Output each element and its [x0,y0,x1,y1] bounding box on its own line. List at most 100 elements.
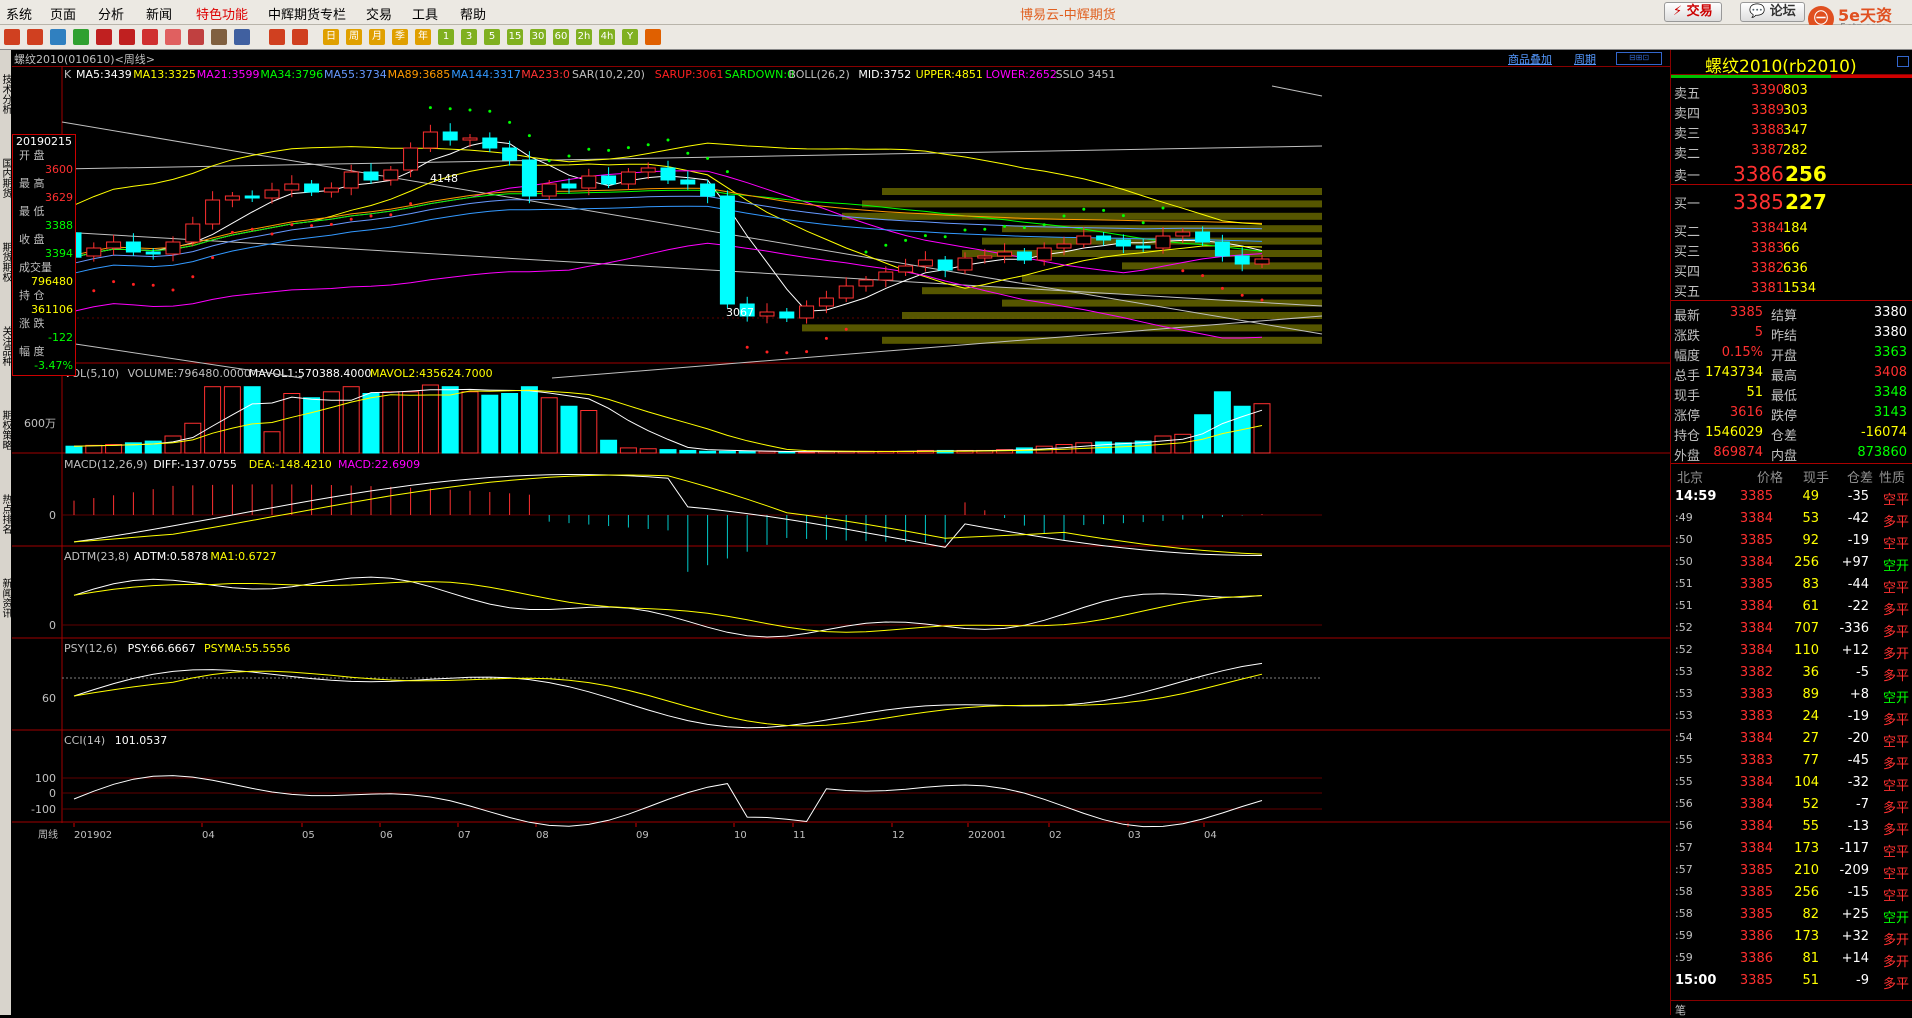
side-tab-1[interactable]: 国内期货 [0,138,11,218]
stat-value: 873860 [1857,445,1907,460]
volume-bar [85,444,103,454]
candle [363,171,379,181]
bid-row[interactable]: 买五 3381 1534 [1671,278,1912,300]
tick-price: 3384 [1739,511,1773,526]
period-3m-icon[interactable]: 3 [461,29,477,45]
bid-row[interactable]: 买四 3382 636 [1671,258,1912,280]
info-value: 361106 [31,303,73,316]
menu-trade[interactable]: 交易 [366,4,392,23]
overlay-link[interactable]: 商品叠加 [1508,51,1552,67]
zoom-out-icon[interactable] [119,29,135,45]
menu-help[interactable]: 帮助 [460,4,486,23]
period-year-icon[interactable]: 年 [415,29,431,45]
window-layout-icon[interactable]: ⊟⊞⊡ [1616,52,1662,65]
side-tab-3[interactable]: 关注品种 [0,306,11,386]
sar-dot [448,107,452,111]
tick-nature: 空平 [1882,581,1909,596]
period-1m-icon[interactable]: 1 [438,29,454,45]
candle [1115,239,1131,247]
legend-item: SARDOWN:0 [725,68,794,81]
tick-header-cell: 仓差 [1847,471,1874,486]
ask-row[interactable]: 卖五 3390 803 [1671,80,1912,102]
volume-bar [263,431,281,454]
panel-toggle-icon[interactable] [1897,56,1909,67]
menu-column[interactable]: 中辉期货专栏 [268,4,346,23]
candle [561,183,577,189]
sar-dot [1042,223,1046,227]
bid-label: 买五 [1674,285,1701,300]
candle [442,131,458,141]
sar-dot [1121,214,1125,218]
tick-row: 15:00 3385 51 -9 多平 [1671,970,1912,992]
menu-news[interactable]: 新闻 [146,4,172,23]
table-icon[interactable] [234,29,250,45]
zoom-in-icon[interactable] [96,29,112,45]
menu-features[interactable]: 特色功能 [196,4,248,23]
refresh-icon[interactable] [73,29,89,45]
menu-system[interactable]: 系统 [6,4,32,23]
side-tab-5[interactable]: 热点排名 [0,474,11,554]
stat-value: 3380 [1873,325,1907,340]
bid-row[interactable]: 买三 3383 66 [1671,238,1912,260]
period-2h-icon[interactable]: 2h [576,29,592,45]
legend-item: MA89:3685 [388,68,451,81]
back-icon[interactable] [4,29,20,45]
side-tab-4[interactable]: 期权策略 [0,390,11,470]
tools-icon[interactable] [211,29,227,45]
candle [422,131,438,149]
volume-bar [560,405,578,454]
ask-row[interactable]: 卖一 3386 256 [1671,162,1912,186]
bid-row[interactable]: 买一 3385 227 [1671,190,1912,214]
ask-row[interactable]: 卖三 3388 347 [1671,120,1912,142]
legend-item: SAR(10,2,20) [572,68,645,81]
trade-button[interactable]: ⚡ 交易 [1664,2,1722,22]
menu-tools[interactable]: 工具 [412,4,438,23]
period-4h-icon[interactable]: 4h [599,29,615,45]
stat-value: 51 [1746,385,1763,400]
ask-row[interactable]: 卖四 3389 303 [1671,100,1912,122]
indicator-icon[interactable]: Y [622,29,638,45]
tick-oi-change: -20 [1847,731,1869,746]
stat-value: 869874 [1713,445,1763,460]
pen-icon[interactable] [142,29,158,45]
calc-icon[interactable] [645,29,661,45]
period-link[interactable]: 周期 [1574,51,1596,67]
period-60m-icon[interactable]: 60 [553,29,569,45]
home-icon[interactable] [27,29,43,45]
forum-button[interactable]: 💬 论坛 [1740,2,1805,22]
period-15m-icon[interactable]: 15 [507,29,523,45]
tick-row: :56 3384 52 -7 多平 [1671,794,1912,816]
ask-row[interactable]: 卖二 3387 282 [1671,140,1912,162]
bar-chart-icon[interactable] [269,29,285,45]
period-30m-icon[interactable]: 30 [530,29,546,45]
side-tab-6[interactable]: 新闻资讯 [0,558,11,638]
candle [323,187,339,193]
forward-icon[interactable] [50,29,66,45]
legend-item: DEA:-148.4210 [249,458,332,471]
side-tab-2[interactable]: 期货期权 [0,222,11,302]
tick-nature: 空平 [1882,735,1909,750]
period-week-icon[interactable]: 周 [346,29,362,45]
period-5m-icon[interactable]: 5 [484,29,500,45]
sar-dot [171,288,175,292]
stat-row: 现手 51 最低 3348 [1671,382,1912,404]
menu-analysis[interactable]: 分析 [98,4,124,23]
legend-item: VOLUME:796480.0000 [128,367,251,380]
line-chart-icon[interactable] [292,29,308,45]
tick-time: :58 [1675,885,1693,898]
sar-dot [92,289,96,293]
filter-icon[interactable] [188,29,204,45]
period-month-icon[interactable]: 月 [369,29,385,45]
tick-oi-change: +14 [1841,951,1869,966]
side-tab-0[interactable]: 技术分析 [0,54,11,134]
eraser-icon[interactable] [165,29,181,45]
period-quarter-icon[interactable]: 季 [392,29,408,45]
volume-bar [481,394,499,454]
tick-volume: 110 [1794,643,1819,658]
period-day-icon[interactable]: 日 [323,29,339,45]
menu-page[interactable]: 页面 [50,4,76,23]
tick-row: :55 3383 77 -45 多平 [1671,750,1912,772]
low-marker: 3067 [726,306,754,319]
candle [185,223,201,243]
bid-row[interactable]: 买二 3384 184 [1671,218,1912,240]
